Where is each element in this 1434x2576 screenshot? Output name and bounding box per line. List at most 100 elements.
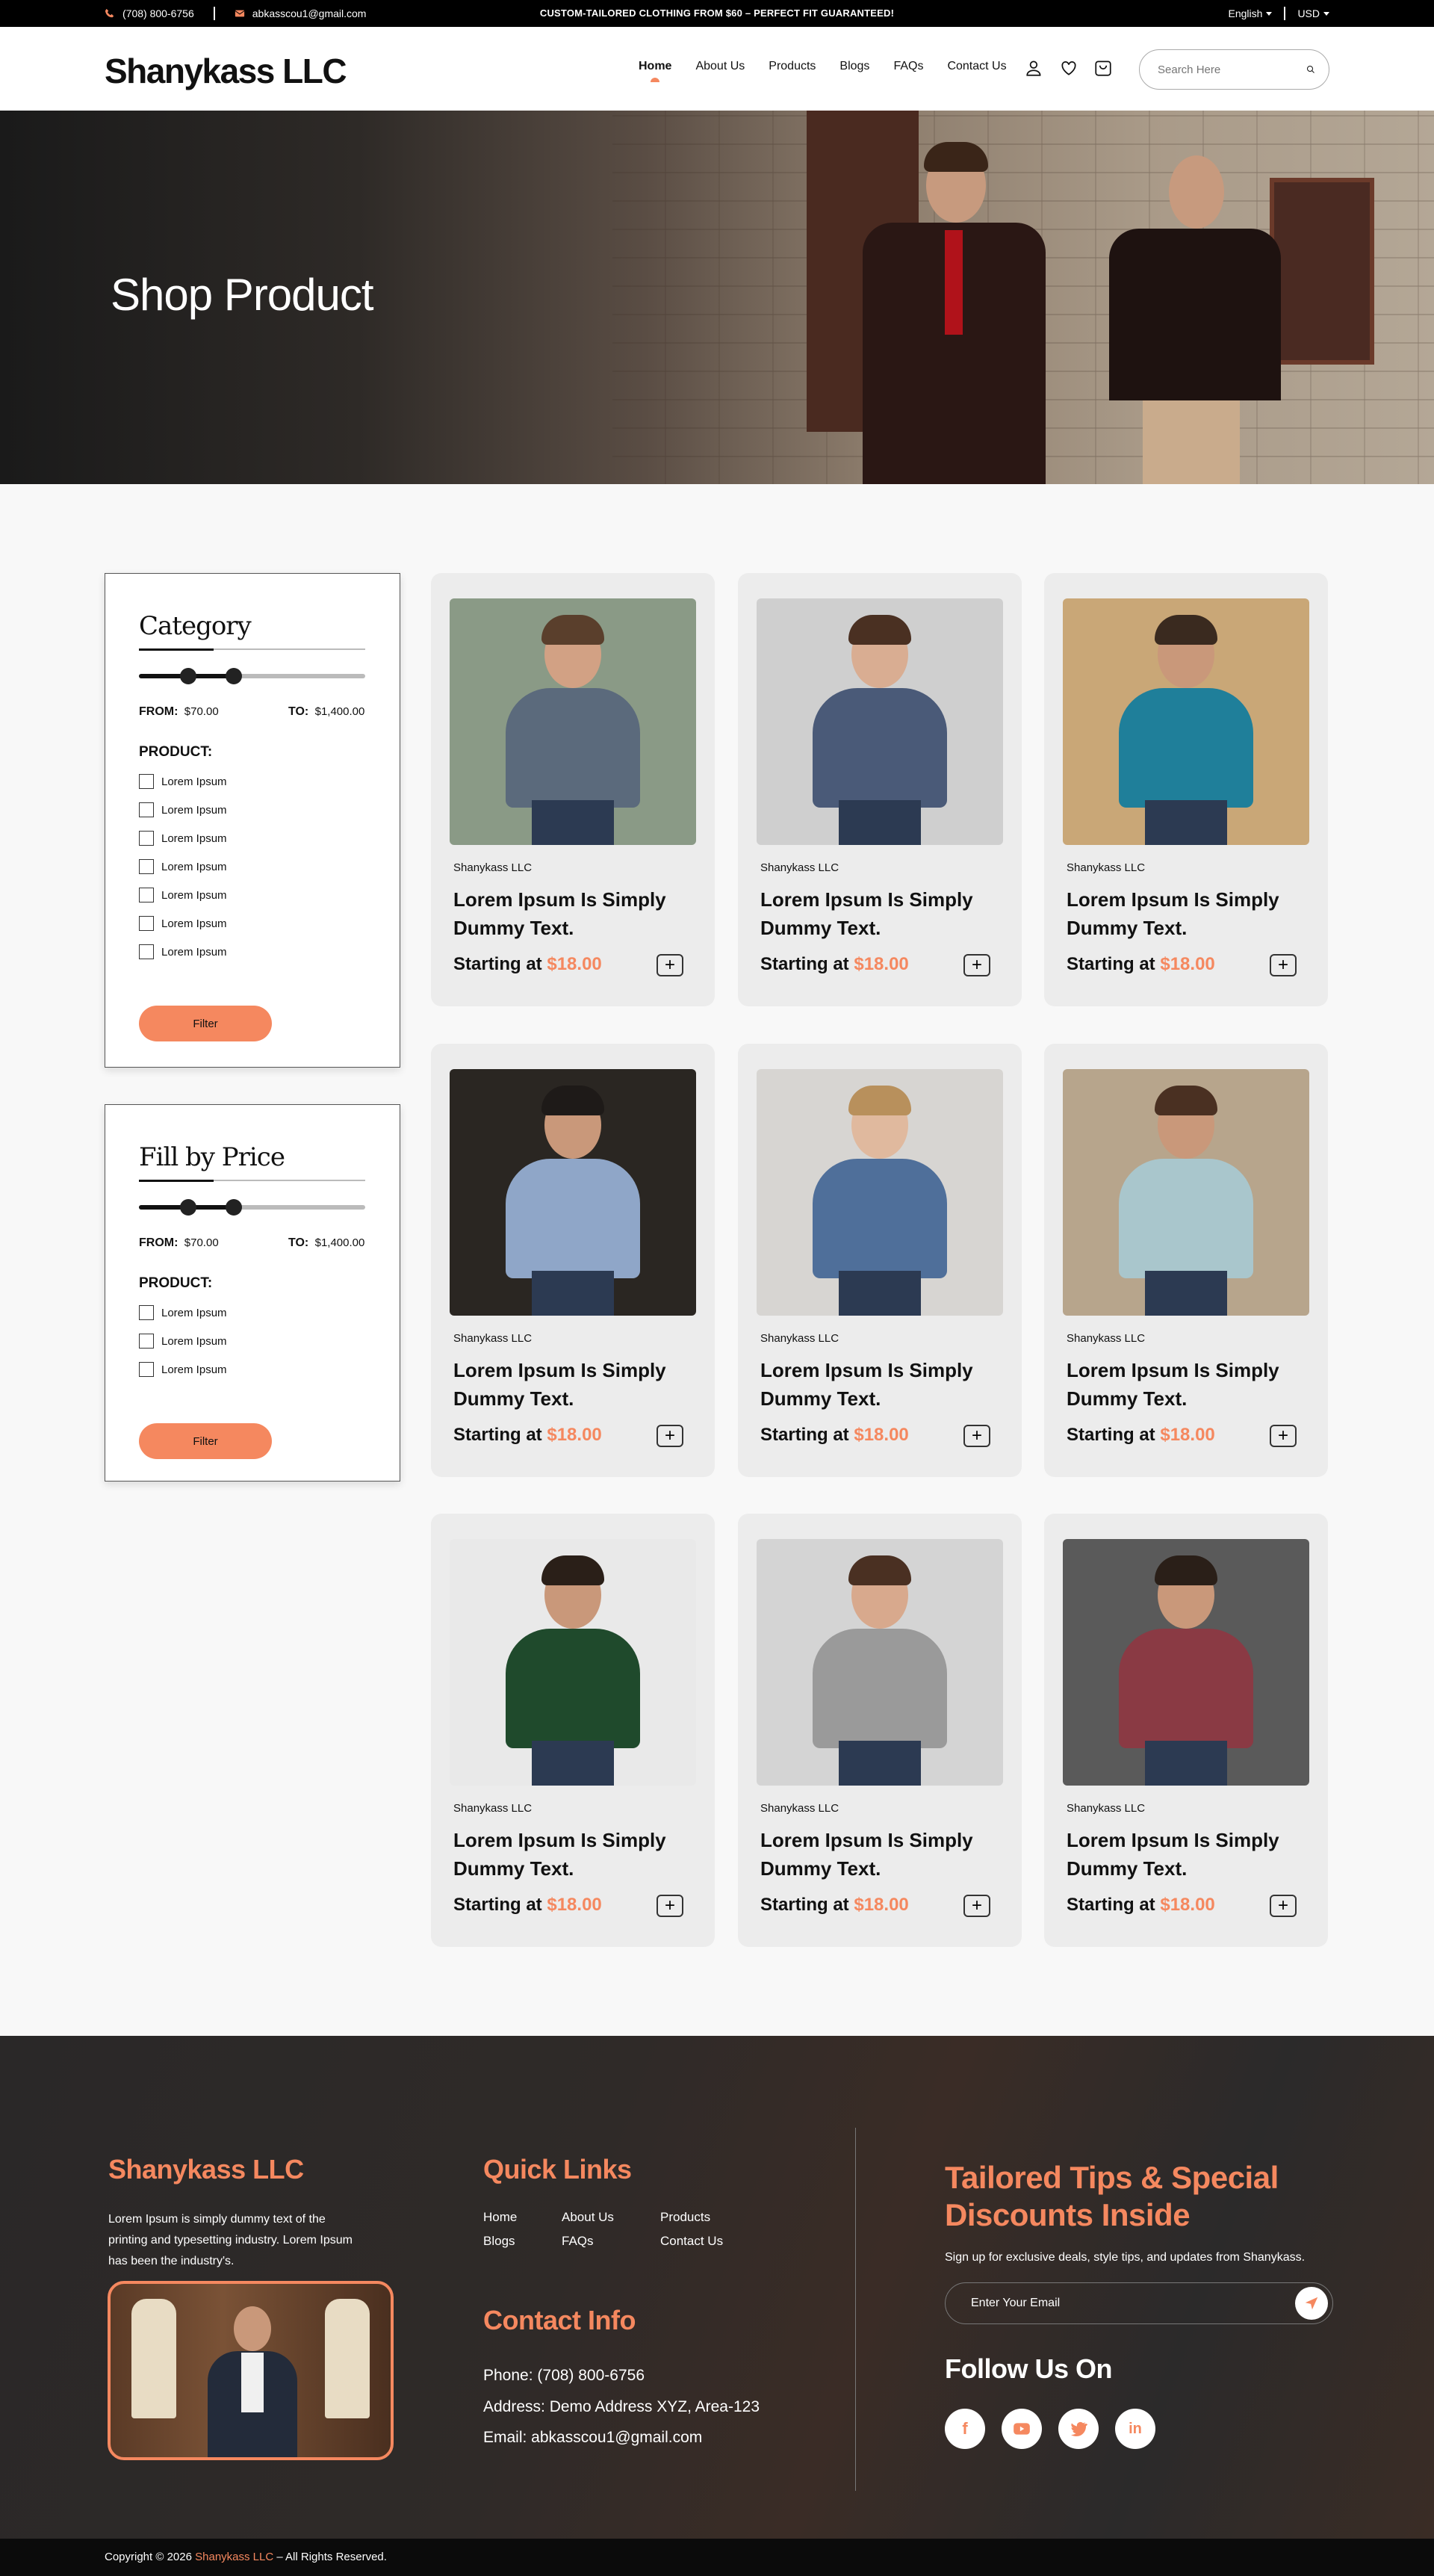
product-title[interactable]: Lorem Ipsum Is Simply Dummy Text. [1067,1356,1306,1413]
product-image[interactable] [1063,598,1309,845]
checkbox[interactable] [139,859,154,874]
logo[interactable]: Shanykass LLC [105,51,347,91]
add-to-cart-button[interactable]: + [1270,1425,1297,1447]
product-card[interactable]: Shanykass LLC Lorem Ipsum Is Simply Dumm… [738,1514,1022,1947]
add-to-cart-button[interactable]: + [963,1425,990,1447]
filter-button[interactable]: Filter [139,1006,272,1041]
product-card[interactable]: Shanykass LLC Lorem Ipsum Is Simply Dumm… [1044,573,1328,1006]
product-title[interactable]: Lorem Ipsum Is Simply Dummy Text. [453,1356,692,1413]
footer-about: Lorem Ipsum is simply dummy text of the … [108,2213,353,2267]
facebook-icon[interactable]: f [945,2409,985,2449]
checkbox[interactable] [139,916,154,931]
filter-option[interactable]: Lorem Ipsum [139,1305,227,1320]
product-card[interactable]: Shanykass LLC Lorem Ipsum Is Simply Dumm… [738,1044,1022,1477]
copyright-brand[interactable]: Shanykass LLC [195,2551,273,2563]
checkbox[interactable] [139,1362,154,1377]
top-phone[interactable]: (708) 800-6756 [122,7,194,19]
filter-option[interactable]: Lorem Ipsum [139,774,227,789]
product-image[interactable] [450,1539,696,1786]
filter-button[interactable]: Filter [139,1423,272,1459]
nav-blogs[interactable]: Blogs [839,60,869,73]
product-card[interactable]: Shanykass LLC Lorem Ipsum Is Simply Dumm… [1044,1514,1328,1947]
product-title[interactable]: Lorem Ipsum Is Simply Dummy Text. [1067,1826,1306,1883]
footer-link-products[interactable]: Products [660,2210,735,2225]
product-title[interactable]: Lorem Ipsum Is Simply Dummy Text. [760,885,999,942]
search-input[interactable] [1158,63,1306,76]
add-to-cart-button[interactable]: + [1270,1895,1297,1917]
product-image[interactable] [450,598,696,845]
filter-option[interactable]: Lorem Ipsum [139,859,227,874]
range-handle-min[interactable] [180,1199,196,1216]
product-card[interactable]: Shanykass LLC Lorem Ipsum Is Simply Dumm… [738,573,1022,1006]
product-card[interactable]: Shanykass LLC Lorem Ipsum Is Simply Dumm… [431,1514,715,1947]
checkbox[interactable] [139,888,154,902]
add-to-cart-button[interactable]: + [657,1895,683,1917]
hero-model-man [855,142,1049,484]
nav-faqs[interactable]: FAQs [893,60,923,73]
search-icon[interactable] [1306,61,1315,78]
product-image[interactable] [450,1069,696,1316]
filter-option[interactable]: Lorem Ipsum [139,1334,227,1349]
product-image[interactable] [1063,1069,1309,1316]
product-card[interactable]: Shanykass LLC Lorem Ipsum Is Simply Dumm… [431,573,715,1006]
user-icon[interactable] [1025,58,1044,78]
product-image[interactable] [757,1539,1003,1786]
contact-email[interactable]: Email: abkasscou1@gmail.com [483,2429,702,2447]
product-image[interactable] [757,1069,1003,1316]
checkbox[interactable] [139,944,154,959]
footer-link-faqs[interactable]: FAQs [562,2234,660,2249]
linkedin-icon[interactable]: in [1115,2409,1155,2449]
filter-option[interactable]: Lorem Ipsum [139,916,227,931]
add-to-cart-button[interactable]: + [1270,954,1297,976]
add-to-cart-button[interactable]: + [657,1425,683,1447]
product-image[interactable] [1063,1539,1309,1786]
twitter-icon[interactable] [1058,2409,1099,2449]
product-card[interactable]: Shanykass LLC Lorem Ipsum Is Simply Dumm… [1044,1044,1328,1477]
nav-contact[interactable]: Contact Us [947,60,1006,73]
nav-home[interactable]: Home [639,60,671,82]
checkbox[interactable] [139,831,154,846]
filter-option[interactable]: Lorem Ipsum [139,802,227,817]
product-title[interactable]: Lorem Ipsum Is Simply Dummy Text. [453,885,692,942]
range-handle-max[interactable] [226,1199,242,1216]
nav-about[interactable]: About Us [695,60,745,73]
range-handle-max[interactable] [226,668,242,684]
contact-phone[interactable]: Phone: (708) 800-6756 [483,2367,645,2385]
newsletter-email-input[interactable] [971,2297,1295,2310]
checkbox[interactable] [139,774,154,789]
quick-links: Home About Us Products Blogs FAQs Contac… [483,2210,735,2249]
price-range-slider[interactable] [139,668,365,684]
product-title[interactable]: Lorem Ipsum Is Simply Dummy Text. [760,1356,999,1413]
product-card[interactable]: Shanykass LLC Lorem Ipsum Is Simply Dumm… [431,1044,715,1477]
footer-link-home[interactable]: Home [483,2210,562,2225]
nav-products[interactable]: Products [769,60,816,73]
filter-option[interactable]: Lorem Ipsum [139,831,227,846]
checkbox[interactable] [139,802,154,817]
footer-link-about[interactable]: About Us [562,2210,660,2225]
price-range-slider[interactable] [139,1199,365,1216]
checkbox[interactable] [139,1334,154,1349]
filter-option[interactable]: Lorem Ipsum [139,1362,227,1377]
product-title[interactable]: Lorem Ipsum Is Simply Dummy Text. [760,1826,999,1883]
heart-icon[interactable] [1059,58,1078,78]
send-button[interactable] [1295,2287,1328,2320]
product-image[interactable] [757,598,1003,845]
range-handle-min[interactable] [180,668,196,684]
footer-link-contact[interactable]: Contact Us [660,2234,735,2249]
footer-link-blogs[interactable]: Blogs [483,2234,562,2249]
bag-icon[interactable] [1093,58,1113,78]
plus-icon: + [1277,955,1288,975]
youtube-icon[interactable] [1002,2409,1042,2449]
add-to-cart-button[interactable]: + [963,954,990,976]
add-to-cart-button[interactable]: + [657,954,683,976]
filter-option[interactable]: Lorem Ipsum [139,944,227,959]
product-title[interactable]: Lorem Ipsum Is Simply Dummy Text. [453,1826,692,1883]
to-value: $1,400.00 [314,1236,365,1249]
add-to-cart-button[interactable]: + [963,1895,990,1917]
language-select[interactable]: English [1229,7,1273,19]
currency-select[interactable]: USD [1297,7,1329,19]
product-title[interactable]: Lorem Ipsum Is Simply Dummy Text. [1067,885,1306,942]
checkbox[interactable] [139,1305,154,1320]
top-email[interactable]: abkasscou1@gmail.com [252,7,367,19]
filter-option[interactable]: Lorem Ipsum [139,888,227,902]
